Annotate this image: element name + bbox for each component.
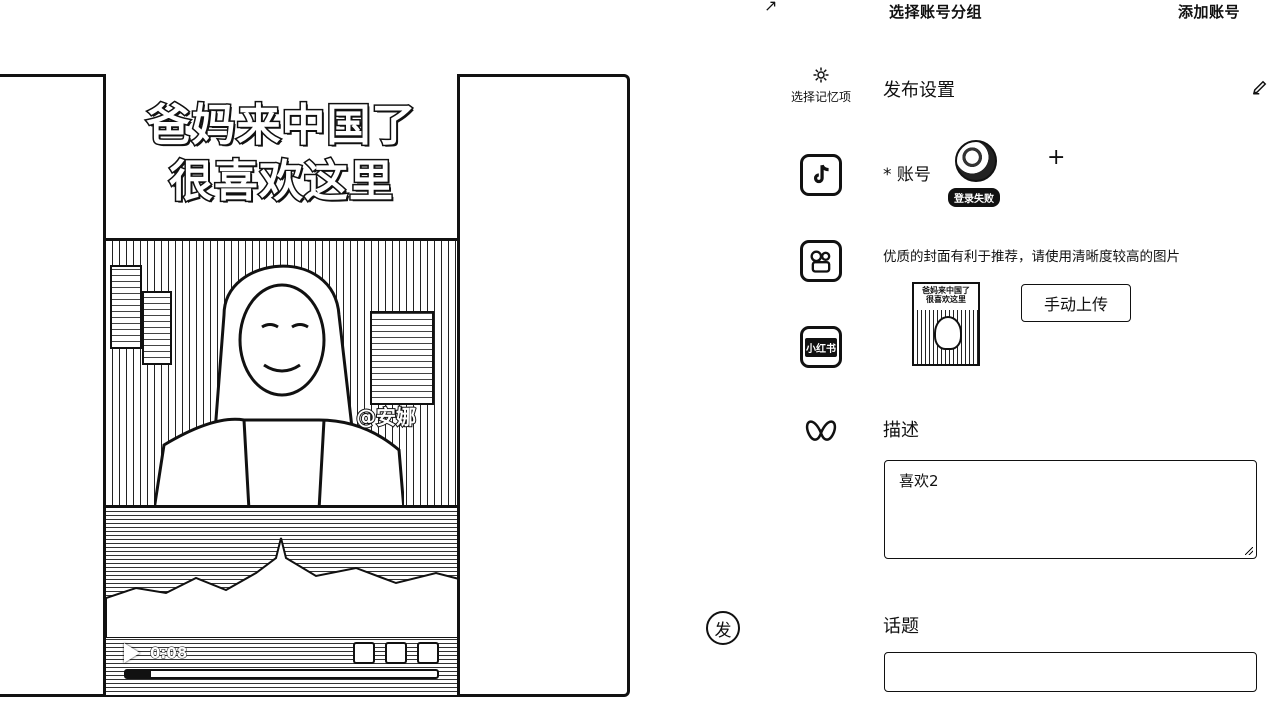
video-scene-city: 0:08 (106, 508, 457, 695)
description-textarea[interactable]: 喜欢2 (884, 460, 1257, 559)
video-scene-room: @安娜 (106, 238, 457, 508)
cover-thumbnail[interactable]: 爸妈来中国了很喜欢这里 (912, 282, 980, 366)
video-watermark: @安娜 (355, 404, 417, 430)
memory-select-button[interactable]: 选择记忆项 (786, 66, 856, 105)
memory-select-label: 选择记忆项 (790, 90, 851, 104)
cover-hint-text: 优质的封面有利于推荐，请使用清晰度较高的图片 (883, 249, 1180, 265)
account-label: * 账号 (883, 165, 931, 185)
publish-settings-title: 发布设置 (883, 80, 955, 101)
fa-label: 发 (714, 620, 732, 641)
edit-pencil-icon[interactable] (1251, 78, 1269, 96)
login-failed-badge: 登录失败 (948, 188, 1000, 207)
xiaohongshu-icon: 小红书 (805, 337, 837, 357)
video-player[interactable]: 爸妈来中国了 很喜欢这里 @安娜 0:08 (103, 74, 460, 695)
video-title-line2: 很喜欢这里 (168, 155, 395, 209)
add-account-plus-icon[interactable]: + (1047, 147, 1065, 169)
video-title-overlay: 爸妈来中国了 很喜欢这里 (106, 98, 457, 210)
person-figure (154, 264, 404, 505)
gear-icon (813, 67, 829, 83)
room-picture (110, 265, 142, 349)
collapse-arrow-icon[interactable]: ↗ (764, 0, 777, 15)
cover-thumbnail-image (914, 310, 978, 364)
play-icon[interactable] (124, 643, 140, 663)
butterfly-icon (805, 420, 837, 441)
platform-douyin-button[interactable] (800, 154, 842, 196)
kuaishou-icon (810, 250, 831, 273)
description-value: 喜欢2 (899, 472, 939, 490)
manual-upload-button[interactable]: 手动上传 (1021, 284, 1131, 322)
resize-grip-icon[interactable] (1245, 547, 1253, 555)
topic-input[interactable] (884, 652, 1257, 692)
publish-fa-button[interactable]: 发 (706, 611, 740, 645)
video-current-time: 0:08 (149, 644, 188, 663)
platform-kuaishou-button[interactable] (800, 240, 842, 282)
video-progress-bar[interactable] (124, 669, 439, 679)
platform-xiaohongshu-button[interactable]: 小红书 (800, 326, 842, 368)
topic-label: 话题 (883, 616, 919, 637)
video-controls: 0:08 (124, 639, 439, 667)
volume-icon[interactable] (353, 642, 375, 664)
more-icon[interactable] (417, 642, 439, 664)
video-title-line1: 爸妈来中国了 (145, 99, 417, 153)
add-account-button[interactable]: 添加账号 (1178, 1, 1240, 22)
select-account-group-button[interactable]: 选择账号分组 (889, 1, 982, 22)
fullscreen-icon[interactable] (385, 642, 407, 664)
account-avatar[interactable] (955, 140, 997, 182)
city-skyline (106, 537, 457, 638)
douyin-icon (813, 164, 829, 184)
cover-thumbnail-title: 爸妈来中国了很喜欢这里 (922, 286, 970, 304)
description-label: 描述 (883, 420, 919, 441)
platform-bilibili-button[interactable] (804, 418, 838, 452)
video-progress-fill (126, 671, 151, 677)
